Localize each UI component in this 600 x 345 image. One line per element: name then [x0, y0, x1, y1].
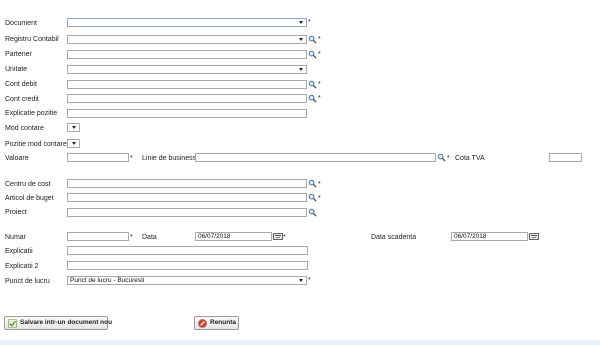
registru-contabil-select[interactable]: [67, 35, 307, 44]
magnifier-icon[interactable]: [308, 193, 317, 202]
required-marker: *: [318, 81, 321, 88]
partener-label: Partener: [5, 51, 32, 58]
registru-contabil-label: Registru Contabil: [5, 36, 59, 43]
required-marker: *: [283, 234, 286, 241]
punct-de-lucru-select[interactable]: Punct de lucru - Bucuresti: [67, 276, 307, 285]
unitate-label: Unitate: [5, 66, 28, 73]
explicatie-pozitie-input[interactable]: [67, 109, 307, 118]
chevron-down-icon: [299, 279, 303, 282]
articol-de-buget-label: Articol de buget: [5, 195, 54, 202]
cota-tva-label: Cota TVA: [455, 155, 485, 162]
explicatii-2-input[interactable]: [67, 261, 308, 270]
chevron-down-icon: [299, 38, 303, 41]
chevron-down-icon: [299, 21, 303, 24]
cont-debit-label: Cont debit: [5, 81, 37, 88]
required-marker: *: [318, 195, 321, 202]
numar-input[interactable]: [67, 232, 129, 241]
required-marker: *: [318, 181, 321, 188]
required-marker: *: [130, 155, 133, 162]
valoare-input[interactable]: [67, 153, 129, 162]
magnifier-icon[interactable]: [308, 179, 317, 188]
bottom-strip: [0, 340, 600, 345]
required-marker: *: [318, 51, 321, 58]
explicatie-pozitie-label: Explicatie pozitie: [5, 110, 58, 117]
explicatii-input[interactable]: [67, 246, 308, 255]
data-input[interactable]: 06/07/2018: [195, 232, 272, 241]
required-marker: *: [308, 277, 311, 284]
data-scadenta-label: Data scadenta: [371, 234, 417, 241]
chevron-down-icon: [299, 68, 303, 71]
cont-credit-label: Cont credit: [5, 96, 39, 103]
articol-de-buget-input[interactable]: [67, 193, 307, 202]
cont-debit-input[interactable]: [67, 80, 307, 89]
centru-de-cost-label: Centru de cost: [5, 181, 51, 188]
proiect-label: Proiect: [5, 209, 27, 216]
mod-contare-select[interactable]: [67, 123, 80, 132]
document-label: Document: [5, 20, 37, 27]
pozitie-mod-contare-label: Pozitie mod contare: [5, 141, 67, 148]
required-marker: *: [308, 19, 311, 26]
document-select[interactable]: [67, 18, 307, 27]
cota-tva-input[interactable]: [549, 153, 582, 162]
explicatii-label: Explicatii: [5, 248, 33, 255]
punct-de-lucru-label: Punct de lucru: [5, 278, 50, 285]
checkmark-icon: [8, 319, 17, 328]
mod-contare-label: Mod contare: [5, 125, 44, 132]
required-marker: *: [318, 36, 321, 43]
cancel-button[interactable]: Renunta: [194, 316, 239, 330]
calendar-icon[interactable]: [273, 233, 283, 240]
magnifier-icon[interactable]: [308, 94, 317, 103]
magnifier-icon[interactable]: [308, 208, 317, 217]
magnifier-icon[interactable]: [437, 153, 446, 162]
cancel-button-label: Renunta: [210, 319, 236, 326]
magnifier-icon[interactable]: [308, 50, 317, 59]
cont-credit-input[interactable]: [67, 94, 307, 103]
magnifier-icon[interactable]: [308, 35, 317, 44]
unitate-select[interactable]: [67, 65, 307, 74]
cancel-icon: [198, 319, 207, 328]
required-marker: *: [318, 95, 321, 102]
linie-de-business-input[interactable]: [195, 153, 436, 162]
calendar-icon[interactable]: [529, 233, 539, 240]
chevron-down-icon: [72, 126, 76, 129]
chevron-down-icon: [72, 142, 76, 145]
linie-de-business-label: Linie de business: [142, 155, 197, 162]
required-marker: *: [447, 155, 450, 162]
data-scadenta-input[interactable]: 06/07/2018: [451, 232, 528, 241]
pozitie-mod-contare-select[interactable]: [67, 139, 80, 148]
save-button-label: Salvare intr-un document nou: [20, 319, 113, 326]
explicatii-2-label: Explicatii 2: [5, 263, 39, 270]
data-label: Data: [142, 234, 157, 241]
partener-input[interactable]: [67, 50, 307, 59]
centru-de-cost-input[interactable]: [67, 179, 307, 188]
numar-label: Numar: [5, 234, 27, 241]
proiect-input[interactable]: [67, 208, 307, 217]
required-marker: *: [130, 234, 133, 241]
save-new-document-button[interactable]: Salvare intr-un document nou: [4, 316, 112, 330]
valoare-label: Valoare: [5, 155, 29, 162]
magnifier-icon[interactable]: [308, 80, 317, 89]
